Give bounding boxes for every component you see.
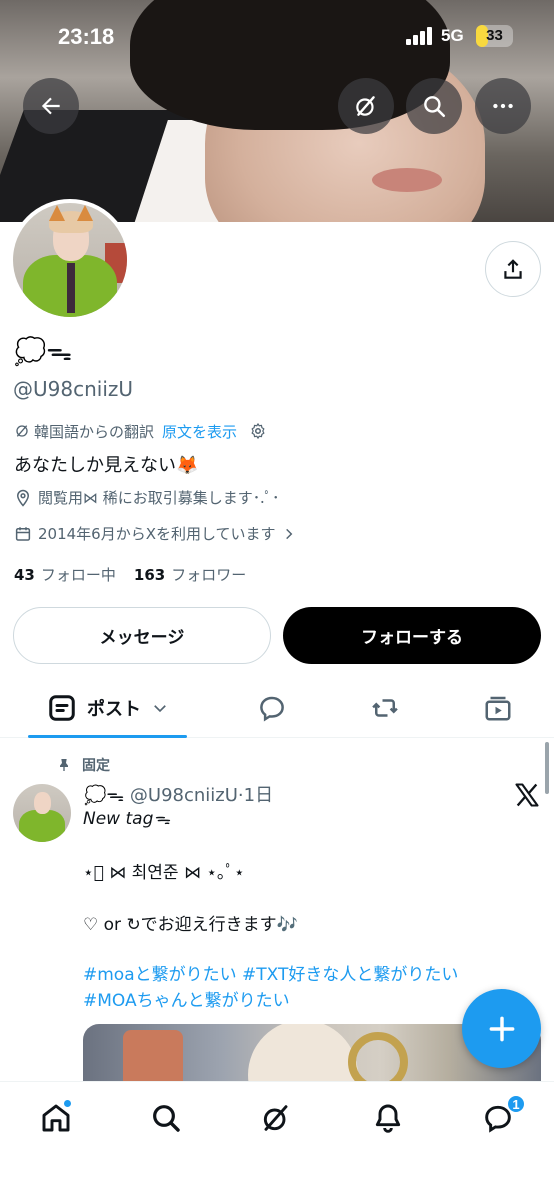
repost-icon bbox=[372, 699, 398, 717]
post-author-name[interactable]: 💭ᯓ bbox=[84, 785, 124, 806]
post-text-line: ⋆ﾟ ⋈ 최연준 ⋈ ⋆｡ﾟ⋆ bbox=[83, 863, 245, 883]
media-shape bbox=[348, 1032, 408, 1084]
media-shape bbox=[123, 1030, 183, 1084]
follow-button[interactable]: フォローする bbox=[283, 607, 541, 664]
nav-messages[interactable]: 1 bbox=[468, 1094, 528, 1138]
banner-lips-shape bbox=[372, 168, 442, 192]
search-icon bbox=[424, 96, 446, 118]
media-icon bbox=[485, 696, 511, 721]
translate-icon bbox=[16, 425, 28, 437]
grok-icon bbox=[356, 96, 375, 116]
chevron-down-icon[interactable] bbox=[151, 699, 169, 717]
following-link[interactable]: 43 フォロー中 bbox=[14, 564, 116, 585]
location-text: 閲覧用⋈ 稀にお取引募集します･.ﾟ･ bbox=[38, 489, 280, 507]
tab-replies[interactable] bbox=[242, 680, 302, 736]
share-icon bbox=[504, 259, 522, 279]
joined-text: 2014年6月からXを利用しています bbox=[38, 525, 276, 543]
pinned-label-row: 固定 bbox=[56, 755, 110, 775]
post-avatar-head-shape bbox=[34, 792, 51, 814]
location-icon bbox=[16, 489, 30, 507]
chevron-right-icon bbox=[285, 528, 292, 539]
post-text-line: ♡ or ↻でお迎え行きます🎶 bbox=[83, 915, 298, 935]
profile-location: 閲覧用⋈ 稀にお取引募集します･.ﾟ･ bbox=[14, 487, 279, 508]
followers-link[interactable]: 163 フォロワー bbox=[134, 564, 246, 585]
avatar-ear-shape bbox=[49, 205, 65, 221]
profile-tabs: ポスト bbox=[0, 680, 554, 738]
back-button[interactable] bbox=[23, 78, 79, 134]
avatar-tie-shape bbox=[67, 263, 75, 313]
profile-bio: あなたしか見えない🦊 bbox=[14, 455, 199, 476]
search-button[interactable] bbox=[406, 78, 462, 134]
gear-icon[interactable] bbox=[249, 422, 267, 440]
calendar-icon bbox=[15, 526, 31, 541]
bell-icon bbox=[375, 1104, 401, 1133]
share-button[interactable] bbox=[485, 241, 541, 297]
pinned-label: 固定 bbox=[82, 758, 110, 774]
battery-percent: 33 bbox=[486, 27, 503, 44]
network-type: 5G bbox=[441, 26, 464, 45]
profile-joined[interactable]: 2014年6月からXを利用しています bbox=[14, 523, 302, 544]
back-arrow-icon bbox=[41, 97, 60, 115]
more-icon bbox=[493, 103, 513, 109]
post-header: 💭ᯓ @U98cniizU·1日 bbox=[84, 785, 274, 806]
grok-button[interactable] bbox=[338, 78, 394, 134]
post-avatar-body-shape bbox=[19, 810, 65, 842]
compose-button[interactable] bbox=[462, 989, 541, 1068]
avatar-ear-shape bbox=[77, 205, 93, 221]
profile-avatar[interactable] bbox=[9, 199, 131, 321]
active-tab-indicator bbox=[28, 735, 187, 738]
grok-icon bbox=[263, 1105, 288, 1131]
messages-badge: 1 bbox=[506, 1094, 526, 1114]
status-time: 23:18 bbox=[58, 24, 115, 49]
x-logo-icon bbox=[515, 783, 539, 807]
tab-posts[interactable]: ポスト bbox=[28, 680, 188, 736]
show-original-link[interactable]: 原文を表示 bbox=[162, 421, 237, 442]
scrollbar[interactable] bbox=[545, 742, 549, 794]
nav-grok[interactable] bbox=[246, 1098, 306, 1138]
posts-icon bbox=[49, 695, 75, 721]
bottom-nav: 1 bbox=[0, 1081, 554, 1199]
tab-media[interactable] bbox=[468, 680, 528, 736]
nav-notifications[interactable] bbox=[358, 1098, 418, 1138]
status-bar: 23:18 5G 33 bbox=[0, 18, 554, 58]
battery-icon: 33 bbox=[476, 25, 513, 47]
follow-counts: 43 フォロー中 163 フォロワー bbox=[14, 564, 246, 585]
post-author-handle[interactable]: @U98cniizU bbox=[130, 785, 238, 806]
followers-label: フォロワー bbox=[171, 566, 247, 584]
profile-handle: @U98cniizU bbox=[13, 377, 134, 401]
display-name: 💭ᯓ bbox=[14, 337, 73, 367]
avatar-image bbox=[13, 203, 127, 317]
tab-reposts[interactable] bbox=[355, 680, 415, 736]
following-label: フォロー中 bbox=[40, 566, 116, 584]
translation-note: 韓国語からの翻訳 bbox=[34, 422, 155, 441]
post-text-line: New tagᯓ bbox=[83, 809, 171, 829]
hashtag-link[interactable]: #moaと繋がりたい #TXT好きな人と繋がりたい bbox=[83, 962, 553, 988]
following-count: 43 bbox=[14, 566, 35, 584]
home-unread-dot bbox=[63, 1099, 72, 1108]
post-time: 1日 bbox=[243, 785, 274, 806]
tab-posts-label: ポスト bbox=[87, 699, 141, 720]
post-avatar[interactable] bbox=[13, 784, 71, 842]
more-button[interactable] bbox=[475, 78, 531, 134]
reply-icon bbox=[260, 696, 284, 722]
translation-row: 韓国語からの翻訳 原文を表示 bbox=[14, 420, 267, 442]
media-shape bbox=[248, 1024, 358, 1084]
pin-icon bbox=[60, 759, 68, 771]
followers-count: 163 bbox=[133, 566, 166, 584]
nav-search[interactable] bbox=[136, 1098, 196, 1138]
plus-icon bbox=[489, 1016, 514, 1041]
nav-home[interactable] bbox=[26, 1098, 86, 1138]
signal-icon bbox=[406, 27, 432, 45]
message-button[interactable]: メッセージ bbox=[13, 607, 271, 664]
search-icon bbox=[153, 1105, 180, 1132]
